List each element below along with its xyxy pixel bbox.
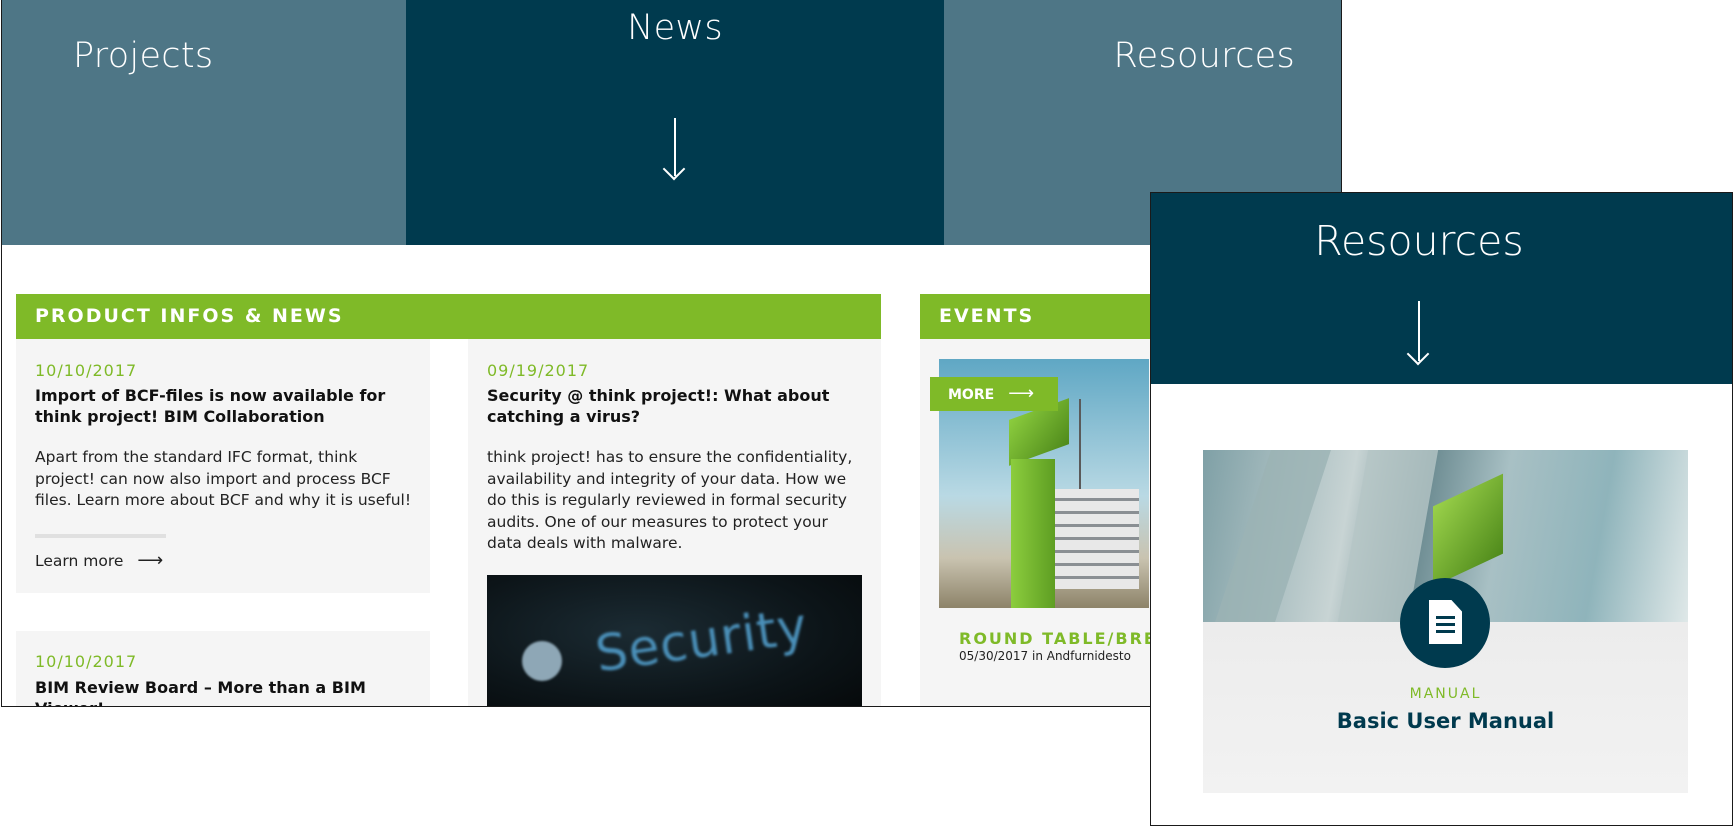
logo-graphic: [1011, 459, 1055, 608]
resources-header[interactable]: Resources: [1151, 193, 1732, 384]
manual-kicker: MANUAL: [1409, 686, 1482, 702]
resources-title: Resources: [1314, 217, 1524, 265]
more-label: MORE: [948, 387, 995, 403]
learn-more-label: Learn more: [35, 552, 124, 570]
event-meta: 05/30/2017 in Andfurnidesto: [959, 649, 1131, 663]
manual-card[interactable]: MANUAL Basic User Manual: [1203, 450, 1688, 793]
security-image[interactable]: Security: [487, 575, 862, 706]
product-news-header: PRODUCT INFOS & NEWS: [16, 294, 881, 339]
news-card: 09/19/2017 Security @ think project!: Wh…: [468, 339, 881, 706]
news-card: 10/10/2017 BIM Review Board – More than …: [16, 631, 430, 706]
news-date: 10/10/2017: [35, 652, 138, 671]
logo-graphic: [1433, 473, 1503, 587]
main-window: Projects News Resources PRODUCT INFOS & …: [1, 0, 1342, 707]
manual-title: Basic User Manual: [1336, 709, 1555, 733]
tab-resources-label: Resources: [1113, 36, 1295, 76]
news-title[interactable]: Import of BCF-files is now available for…: [35, 385, 414, 427]
arrow-down-icon: [674, 118, 676, 176]
arrow-down-icon: [1418, 301, 1420, 361]
security-image-text: Security: [592, 596, 812, 684]
resources-panel: Resources MANUAL Basic User Manual: [1150, 192, 1733, 826]
news-title[interactable]: BIM Review Board – More than a BIM Viewe…: [35, 677, 414, 706]
news-excerpt: Apart from the standard IFC format, thin…: [35, 448, 412, 509]
news-date: 09/19/2017: [487, 361, 590, 380]
tab-news-label: News: [627, 8, 723, 48]
beam-graphic: [1215, 450, 1331, 622]
document-sheet: [1429, 600, 1462, 644]
divider: [35, 534, 166, 538]
tab-news[interactable]: News: [406, 0, 944, 245]
news-date: 10/10/2017: [35, 361, 138, 380]
arrow-right-icon: ⟶: [137, 550, 164, 571]
news-card: 10/10/2017 Import of BCF-files is now av…: [16, 339, 430, 593]
badge-icon: [522, 641, 562, 681]
news-excerpt: think project! has to ensure the confide…: [487, 448, 853, 552]
more-button[interactable]: MORE ⟶: [930, 377, 1058, 411]
arrow-right-icon: ⟶: [1008, 383, 1034, 404]
tab-projects-label: Projects: [73, 36, 214, 76]
learn-more-link[interactable]: Learn more ⟶: [35, 550, 163, 571]
news-title[interactable]: Security @ think project!: What about ca…: [487, 385, 865, 427]
tab-projects[interactable]: Projects: [2, 0, 406, 245]
document-icon: [1400, 578, 1490, 668]
